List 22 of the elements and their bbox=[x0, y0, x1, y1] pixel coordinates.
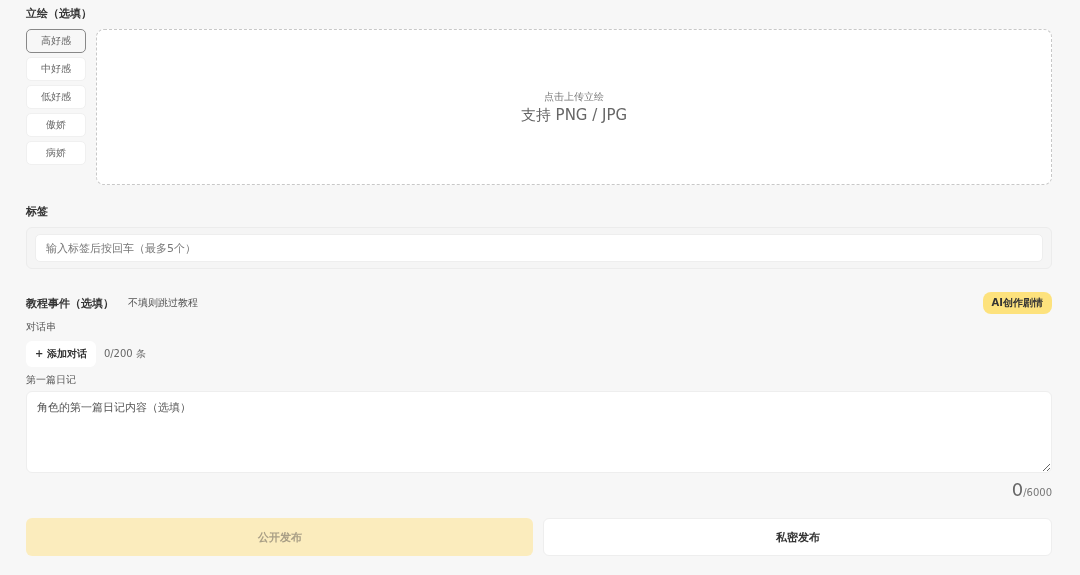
add-dialogue-button[interactable]: + 添加对话 bbox=[26, 341, 96, 367]
mood-tab[interactable]: 低好感 bbox=[26, 85, 86, 109]
ai-create-button[interactable]: AI创作剧情 bbox=[982, 292, 1052, 314]
publish-button[interactable]: 私密发布 bbox=[543, 518, 1052, 556]
upload-formats: 支持 PNG / JPG bbox=[520, 105, 628, 125]
tag-input-field[interactable]: 输入标签后按回车（最多5个） bbox=[35, 234, 1043, 262]
section-title: 立绘（选填） bbox=[26, 6, 93, 21]
mood-tab[interactable]: 高好感 bbox=[26, 29, 86, 53]
section-title: 标签 bbox=[26, 204, 49, 219]
field-label: 第一篇日记 bbox=[26, 373, 77, 387]
char-limit: /6000 bbox=[1023, 487, 1052, 498]
upload-hint: 点击上传立绘 bbox=[544, 89, 604, 104]
mood-tab[interactable]: 中好感 bbox=[26, 57, 86, 81]
dialogue-count: 0/200 条 bbox=[103, 347, 146, 361]
char-count: 0 bbox=[1011, 479, 1024, 500]
section-title: 教程事件（选填） bbox=[26, 295, 114, 311]
diary-field[interactable]: 角色的第一篇日记内容（选填） bbox=[26, 391, 1052, 473]
mood-tab[interactable]: 病娇 bbox=[26, 141, 86, 165]
field-label: 对话串 bbox=[26, 320, 57, 334]
section-note: 不填则跳过教程 bbox=[128, 296, 198, 310]
mood-tab[interactable]: 傲娇 bbox=[26, 113, 86, 137]
upload-area[interactable]: 点击上传立绘 支持 PNG / JPG bbox=[96, 29, 1052, 185]
